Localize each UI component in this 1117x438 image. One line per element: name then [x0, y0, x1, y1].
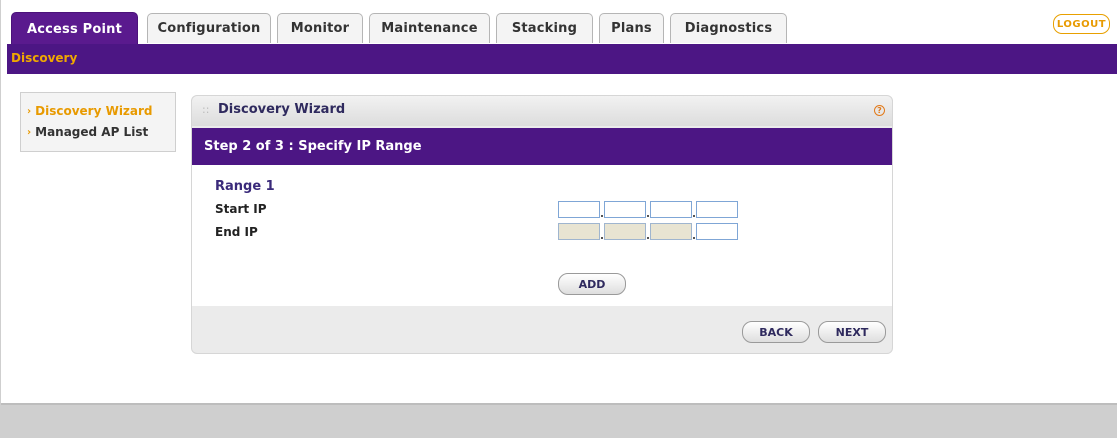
- ip-separator: [693, 215, 695, 217]
- panel-header: :: Discovery Wizard ?: [192, 96, 892, 126]
- tab-access-point[interactable]: Access Point: [11, 12, 138, 45]
- ip-separator: [647, 237, 649, 239]
- chevron-right-icon: ›: [27, 126, 32, 138]
- end-ip-octet-1: [558, 223, 600, 240]
- wizard-body: Range 1 Start IP End IP ADD: [192, 165, 892, 306]
- help-icon[interactable]: ?: [874, 105, 885, 116]
- start-ip-octet-2[interactable]: [604, 201, 646, 218]
- sidebar: › Discovery Wizard › Managed AP List: [20, 92, 176, 152]
- sidebar-item-managed-ap-list[interactable]: › Managed AP List: [27, 125, 148, 139]
- sidebar-item-discovery-wizard[interactable]: › Discovery Wizard: [27, 104, 153, 118]
- add-button[interactable]: ADD: [558, 273, 626, 295]
- ip-separator: [693, 237, 695, 239]
- end-ip-label: End IP: [215, 225, 258, 239]
- sidebar-item-label: Discovery Wizard: [35, 104, 153, 118]
- start-ip-octet-4[interactable]: [696, 201, 738, 218]
- start-ip-octet-3[interactable]: [650, 201, 692, 218]
- ip-separator: [647, 215, 649, 217]
- logout-button[interactable]: LOGOUT: [1053, 14, 1110, 34]
- panel-title: Discovery Wizard: [218, 102, 346, 117]
- end-ip-octet-2: [604, 223, 646, 240]
- tab-monitor[interactable]: Monitor: [277, 13, 363, 43]
- subnav-bar: Discovery: [7, 44, 1117, 74]
- tab-stacking[interactable]: Stacking: [496, 13, 593, 43]
- tab-plans[interactable]: Plans: [599, 13, 664, 43]
- chevron-right-icon: ›: [27, 105, 32, 117]
- ip-separator: [601, 237, 603, 239]
- end-ip-octet-4[interactable]: [696, 223, 738, 240]
- drag-grip-icon: ::: [202, 103, 210, 116]
- tab-diagnostics[interactable]: Diagnostics: [670, 13, 787, 43]
- footer-bar: [1, 403, 1117, 438]
- step-title: Step 2 of 3 : Specify IP Range: [204, 139, 422, 154]
- step-banner: Step 2 of 3 : Specify IP Range: [192, 128, 892, 165]
- next-button[interactable]: NEXT: [818, 321, 886, 343]
- back-button[interactable]: BACK: [742, 321, 810, 343]
- app-window: Access Point Configuration Monitor Maint…: [0, 0, 1117, 438]
- tab-configuration[interactable]: Configuration: [147, 13, 271, 43]
- start-ip-octet-1[interactable]: [558, 201, 600, 218]
- ip-separator: [601, 215, 603, 217]
- end-ip-octet-3: [650, 223, 692, 240]
- subnav-discovery[interactable]: Discovery: [11, 51, 77, 65]
- discovery-wizard-panel: :: Discovery Wizard ? Step 2 of 3 : Spec…: [191, 95, 893, 354]
- main-tab-bar: Access Point Configuration Monitor Maint…: [1, 0, 1117, 45]
- range-title: Range 1: [215, 179, 275, 194]
- tab-maintenance[interactable]: Maintenance: [369, 13, 490, 43]
- sidebar-item-label: Managed AP List: [35, 125, 149, 139]
- start-ip-label: Start IP: [215, 202, 267, 216]
